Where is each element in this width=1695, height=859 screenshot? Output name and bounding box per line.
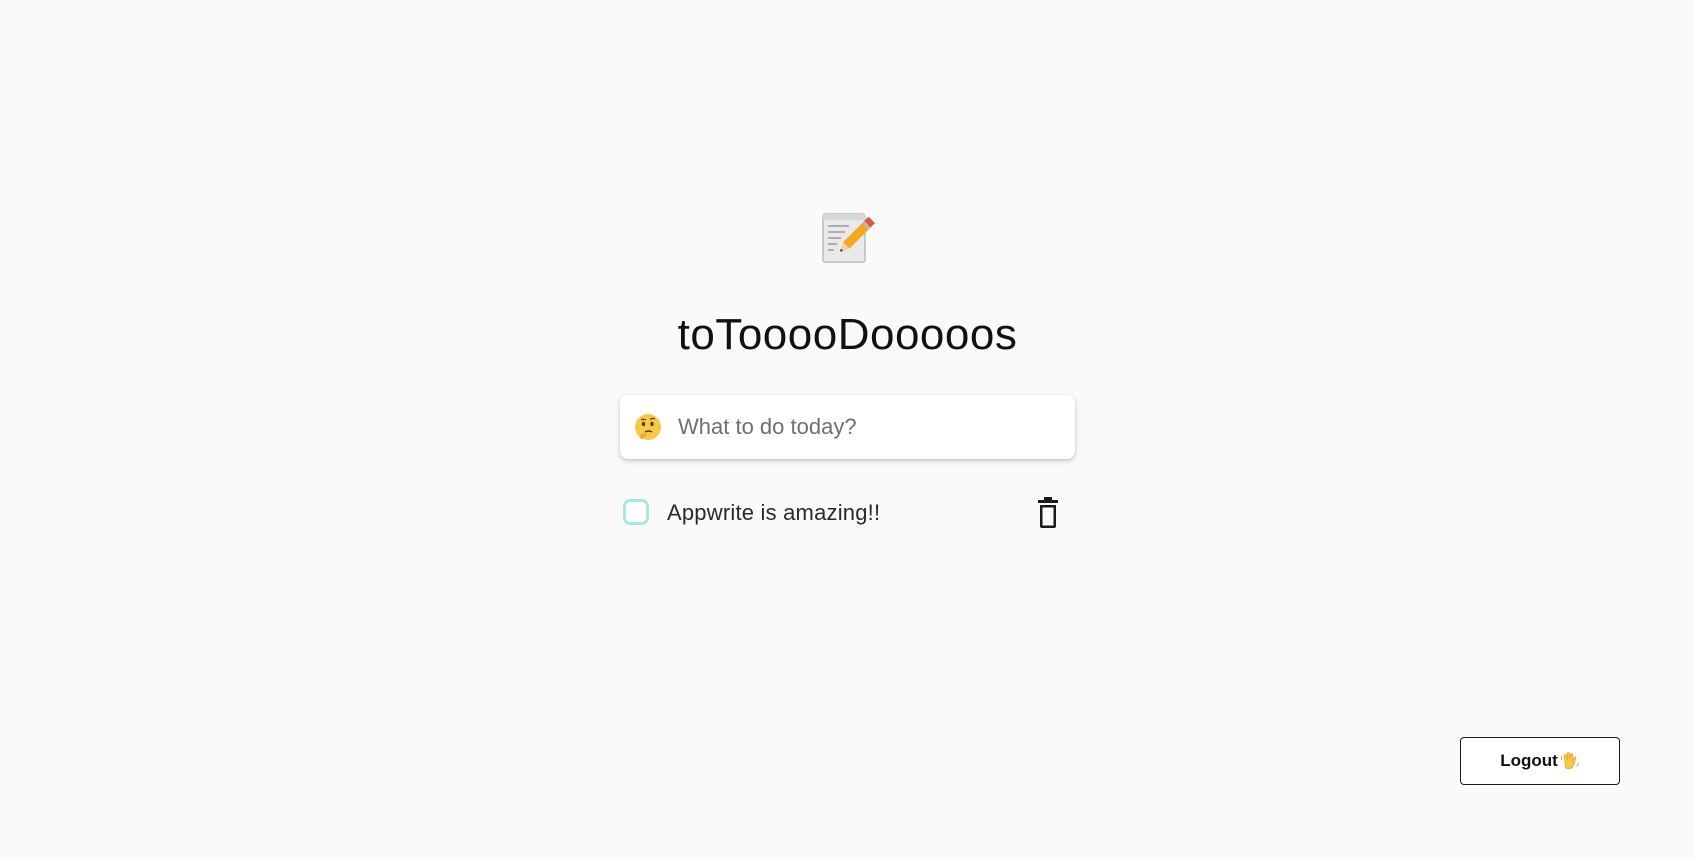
trash-icon: [1038, 497, 1058, 528]
new-task-card: [620, 395, 1075, 459]
todo-app-page: toTooooDooooos Appwrite is amazing!! Log…: [0, 0, 1695, 859]
memo-pencil-icon: [822, 213, 875, 263]
todo-text: Appwrite is amazing!!: [667, 500, 881, 525]
thinking-face-icon: [635, 414, 661, 440]
logout-button[interactable]: Logout: [1460, 737, 1620, 785]
app-title: toTooooDooooos: [677, 310, 1018, 359]
todo-item: Appwrite is amazing!!: [620, 496, 1075, 536]
todo-checkbox[interactable]: [623, 499, 649, 525]
new-task-input[interactable]: [678, 405, 1058, 449]
logout-label: Logout: [1500, 751, 1558, 770]
delete-todo-button[interactable]: [1033, 496, 1063, 530]
waving-hand-icon: [1560, 752, 1579, 770]
